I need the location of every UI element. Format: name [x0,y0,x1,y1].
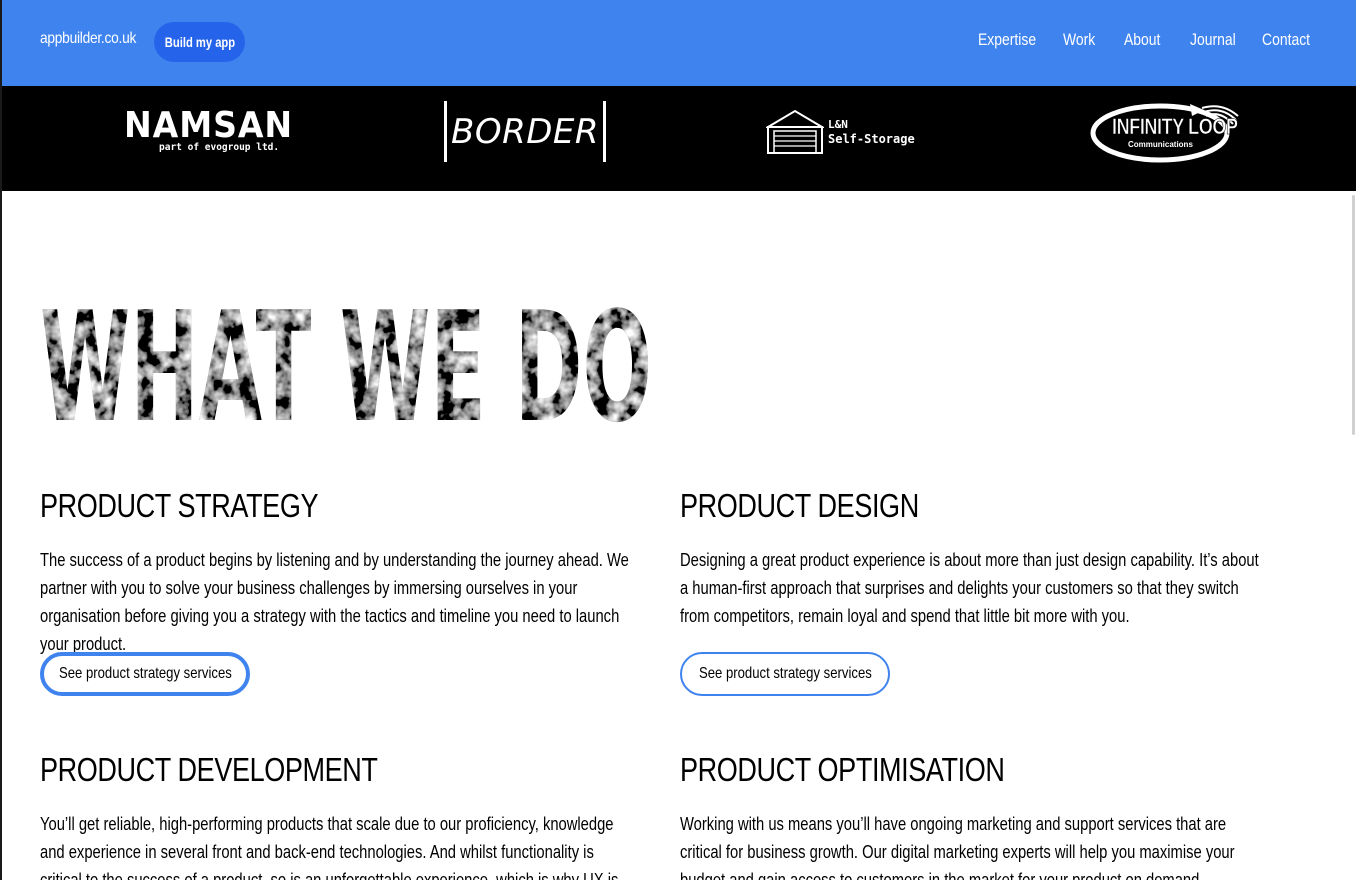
namsan-logo: NAMSAN part of evogroup ltd. [124,105,308,154]
ln-logo-line2: Self-Storage [828,132,915,146]
service-description: You’ll get reliable, high-performing pro… [40,814,619,880]
service-product-design: PRODUCT DESIGN Designing a great product… [680,487,1280,696]
build-my-app-button[interactable]: Build my app [154,22,245,62]
service-description: Working with us means you’ll have ongoin… [680,814,1235,880]
garage-icon [766,109,824,154]
nav-contact[interactable]: Contact [1262,30,1310,50]
service-title: PRODUCT OPTIMISATION [680,751,1005,788]
hero-title-text: WHAT WE DO [40,296,652,426]
service-title: PRODUCT DESIGN [680,487,919,524]
hero-title: WHAT WE DO [40,296,660,426]
scrollbar-thumb[interactable] [1352,195,1355,435]
client-logos-strip: NAMSAN part of evogroup ltd. BORDER L&N … [2,86,1356,191]
hero-title-graphic: WHAT WE DO [40,296,652,426]
service-title: PRODUCT STRATEGY [40,487,319,524]
namsan-logo-tagline: part of evogroup ltd. [159,142,280,153]
ln-self-storage-logo: L&N Self-Storage [766,109,915,155]
page: appbuilder.co.uk Build my app Expertise … [0,0,1356,880]
brand-link[interactable]: appbuilder.co.uk [40,30,136,48]
see-product-design-services-button[interactable]: See product strategy services [680,652,890,696]
service-title: PRODUCT DEVELOPMENT [40,751,378,788]
ln-logo-line1: L&N [828,118,848,131]
nav-about[interactable]: About [1124,30,1190,50]
service-product-development: PRODUCT DEVELOPMENT You’ll get reliable,… [40,752,640,880]
service-product-optimisation: PRODUCT OPTIMISATION Working with us mea… [680,752,1280,880]
namsan-logo-name: NAMSAN [124,105,294,146]
infinity-loop-logo-name: INFINITY LOOP [1112,114,1239,140]
nav-expertise[interactable]: Expertise [978,30,1063,50]
nav-journal[interactable]: Journal [1190,30,1262,50]
service-description: Designing a great product experience is … [680,550,1259,626]
build-my-app-label: Build my app [164,34,235,50]
service-description: The success of a product begins by liste… [40,550,629,654]
top-navigation-bar: appbuilder.co.uk Build my app Expertise … [2,0,1356,86]
see-product-strategy-services-button[interactable]: See product strategy services [40,652,250,696]
border-logo-name: BORDER [451,111,599,152]
main-nav: Expertise Work About Journal Contact [978,30,1310,50]
border-logo: BORDER [444,101,606,162]
nav-work[interactable]: Work [1063,30,1124,50]
service-product-strategy: PRODUCT STRATEGY The success of a produc… [40,487,640,696]
infinity-loop-logo-sub: Communications [1128,140,1193,149]
